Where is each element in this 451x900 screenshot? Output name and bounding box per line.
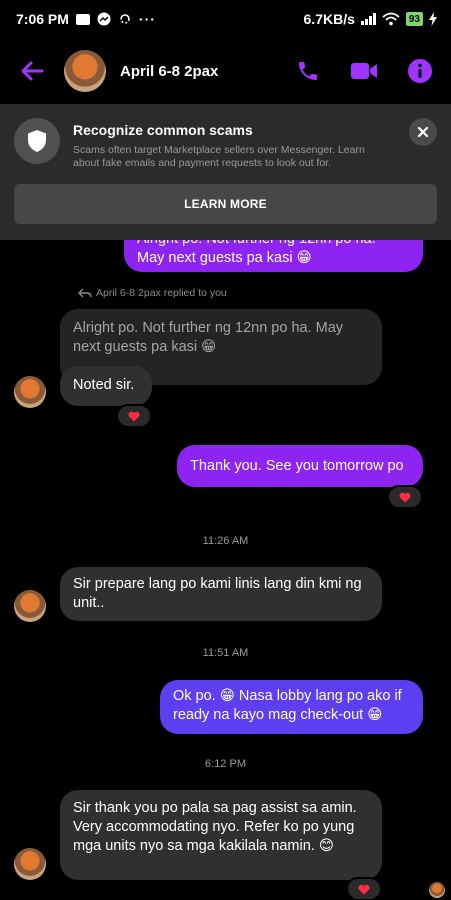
reply-label-text: April 6-8 2pax replied to you <box>96 287 227 299</box>
battery-icon: 93 <box>405 12 423 26</box>
banner-text: Scams often target Marketplace sellers o… <box>73 144 365 169</box>
contact-avatar[interactable] <box>64 50 106 92</box>
message-avatar[interactable] <box>14 848 46 880</box>
heart-icon <box>358 884 370 894</box>
message-bubble-incoming[interactable]: Noted sir. <box>60 366 152 406</box>
message-avatar[interactable] <box>14 376 46 408</box>
reaction-badge[interactable] <box>387 485 423 509</box>
more-notifications-icon: ··· <box>138 11 156 27</box>
voice-call-button[interactable] <box>293 56 323 86</box>
message-bubble-outgoing[interactable]: Ok po. 😁 Nasa lobby lang po ako if ready… <box>160 680 423 734</box>
message-bubble-outgoing[interactable]: Thank you. See you tomorrow po <box>177 445 423 487</box>
reply-indicator: April 6-8 2pax replied to you <box>78 287 227 299</box>
chat-header: April 6-8 2pax <box>0 38 451 104</box>
message-text: Sir thank you po pala sa pag assist sa a… <box>73 800 357 854</box>
message-bubble-incoming[interactable]: Sir thank you po pala sa pag assist sa a… <box>60 790 382 880</box>
info-button[interactable] <box>405 56 435 86</box>
status-right: 6.7KB/s 93 <box>304 11 437 27</box>
close-banner-button[interactable] <box>409 118 437 146</box>
chat-title[interactable]: April 6-8 2pax <box>120 63 218 80</box>
scam-warning-banner: Recognize common scams Scams often targe… <box>0 104 451 240</box>
heart-icon <box>399 492 411 502</box>
timestamp: 11:26 AM <box>202 535 249 547</box>
video-icon <box>351 63 377 79</box>
status-time: 7:06 PM <box>16 11 69 27</box>
shield-badge <box>14 118 60 164</box>
back-button[interactable] <box>16 55 48 87</box>
back-arrow-icon <box>21 61 44 81</box>
phone-icon <box>299 62 317 80</box>
message-avatar[interactable] <box>14 590 46 622</box>
header-actions <box>293 56 435 86</box>
quoted-text: Alright po. Not further ng 12nn po ha. M… <box>73 320 344 355</box>
status-left: 7:06 PM ··· <box>16 11 156 27</box>
message-bubble-incoming[interactable]: Sir prepare lang po kami linis lang din … <box>60 567 382 621</box>
wifi-icon <box>382 12 400 26</box>
video-call-button[interactable] <box>349 56 379 86</box>
timestamp: 6:12 PM <box>205 758 246 770</box>
shield-icon <box>28 130 46 152</box>
info-icon <box>408 59 432 83</box>
signal-icon <box>360 13 376 25</box>
mail-icon <box>75 13 90 25</box>
read-receipt-avatar <box>429 882 445 898</box>
message-text: Noted sir. <box>73 377 135 393</box>
sync-icon <box>120 14 130 24</box>
reaction-badge[interactable] <box>116 404 152 428</box>
charging-icon <box>429 12 437 26</box>
reply-icon <box>78 288 92 298</box>
message-text: Thank you. See you tomorrow po <box>190 458 404 474</box>
messenger-icon <box>97 12 111 26</box>
learn-more-button[interactable]: LEARN MORE <box>14 184 437 224</box>
reaction-badge[interactable] <box>346 877 382 900</box>
heart-icon <box>128 411 140 421</box>
network-speed: 6.7KB/s <box>303 11 355 27</box>
status-bar: 7:06 PM ··· 6.7KB/s 93 <box>0 0 451 38</box>
timestamp: 11:51 AM <box>202 647 249 659</box>
message-text: Ok po. 😁 Nasa lobby lang po ako if ready… <box>173 688 402 723</box>
banner-title: Recognize common scams <box>73 122 253 138</box>
message-text: Sir prepare lang po kami linis lang din … <box>73 576 362 611</box>
message-text: May next guests pa kasi 😁 <box>137 250 312 266</box>
close-icon <box>417 126 429 138</box>
